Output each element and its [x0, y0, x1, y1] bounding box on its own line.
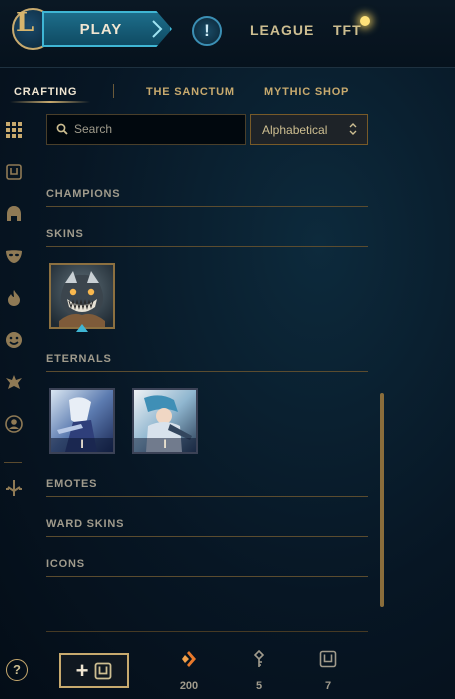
section-divider — [46, 496, 368, 497]
section-eternals[interactable]: ETERNALS — [46, 353, 368, 365]
chest-icon — [95, 662, 112, 679]
all-items-grid-icon[interactable] — [4, 120, 24, 140]
chest-icon — [319, 650, 337, 668]
play-label: PLAY — [79, 20, 123, 38]
section-skins[interactable]: SKINS — [46, 228, 368, 240]
orange-essence-count: 200 — [179, 680, 199, 692]
active-tab-underline — [10, 101, 90, 103]
help-icon: ? — [13, 662, 21, 677]
tab-crafting[interactable]: CRAFTING — [14, 86, 77, 98]
skin-loot-tile[interactable] — [49, 263, 115, 329]
search-icon — [56, 123, 68, 135]
nav-tft[interactable]: TFT — [333, 22, 362, 38]
tab-divider — [113, 84, 114, 98]
logo-letter: L — [16, 8, 35, 38]
alert-icon: ! — [204, 21, 210, 40]
sidebar-divider — [4, 462, 22, 463]
sort-selected-label: Alphabetical — [262, 122, 328, 137]
chest-icon[interactable] — [4, 162, 24, 182]
eternal-series-label: I — [80, 437, 84, 451]
key-fragment-count: 5 — [255, 680, 263, 692]
skin-mask-icon[interactable] — [4, 246, 24, 266]
skin-artwork — [51, 265, 113, 327]
section-divider — [46, 206, 368, 207]
tab-the-sanctum[interactable]: THE SANCTUM — [146, 86, 235, 98]
sort-arrows-icon — [349, 123, 357, 135]
add-chest-button[interactable]: + — [59, 653, 129, 688]
help-button[interactable]: ? — [6, 659, 28, 681]
footer-divider — [46, 631, 368, 632]
scrollbar-thumb[interactable] — [380, 393, 384, 607]
section-divider — [46, 371, 368, 372]
profile-icon[interactable] — [4, 414, 24, 434]
section-champions[interactable]: CHAMPIONS — [46, 188, 368, 200]
eternal-series-label: I — [163, 437, 167, 451]
orange-essence-icon — [182, 651, 196, 667]
champion-helmet-icon[interactable] — [4, 204, 24, 224]
nav-league[interactable]: LEAGUE — [250, 22, 314, 38]
skin-owned-marker-icon — [76, 324, 88, 332]
section-divider — [46, 576, 368, 577]
section-emotes[interactable]: EMOTES — [46, 478, 368, 490]
play-chevron-icon — [152, 20, 163, 38]
add-plus-label: + — [75, 657, 89, 683]
section-divider — [46, 246, 368, 247]
alert-button[interactable]: ! — [192, 16, 222, 46]
key-fragment-icon — [253, 650, 265, 667]
chest-count: 7 — [324, 680, 332, 692]
eternals-flame-icon[interactable] — [4, 288, 24, 308]
search-input[interactable] — [74, 118, 239, 140]
section-divider — [46, 536, 368, 537]
other-loot-icon[interactable] — [4, 478, 24, 498]
ward-skin-icon[interactable] — [4, 372, 24, 392]
section-icons[interactable]: ICONS — [46, 558, 368, 570]
section-ward-skins[interactable]: WARD SKINS — [46, 518, 368, 530]
notification-dot-icon — [360, 16, 370, 26]
tab-mythic-shop[interactable]: MYTHIC SHOP — [264, 86, 349, 98]
emote-face-icon[interactable] — [4, 330, 24, 350]
